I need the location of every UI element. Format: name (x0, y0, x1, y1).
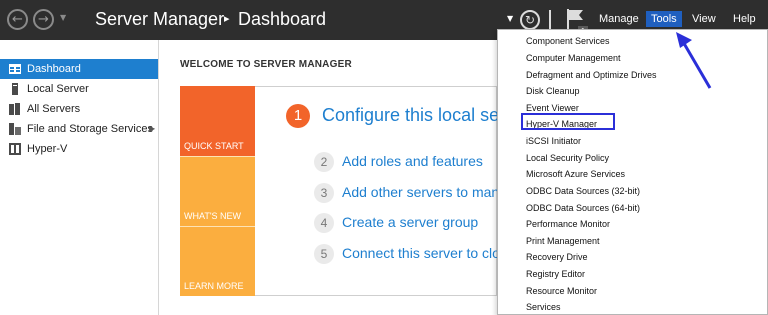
menu-item-azure-services[interactable]: Microsoft Azure Services (526, 168, 625, 180)
tile-quick-start[interactable]: QUICK START (180, 86, 255, 156)
menu-item-component-services[interactable]: Component Services (526, 35, 610, 47)
refresh-dropdown-icon[interactable]: ▼ (507, 14, 513, 23)
sidebar-item-all-servers[interactable]: All Servers (0, 99, 158, 119)
menu-item-local-security-policy[interactable]: Local Security Policy (526, 152, 609, 164)
tile-whats-new[interactable]: WHAT'S NEW (180, 156, 255, 226)
sidebar-item-hyper-v[interactable]: Hyper-V (0, 139, 158, 159)
step-link-cloud[interactable]: Connect this server to cloud services (342, 245, 497, 261)
tile-label: WHAT'S NEW (184, 211, 242, 221)
menu-item-odbc-64[interactable]: ODBC Data Sources (64-bit) (526, 202, 640, 214)
sidebar-item-label: Dashboard (27, 63, 81, 75)
breadcrumb: Dashboard (238, 9, 327, 29)
menu-item-disk-cleanup[interactable]: Disk Cleanup (526, 85, 580, 97)
app-title: Server Manager (95, 9, 225, 29)
sidebar-item-dashboard[interactable]: Dashboard (0, 59, 158, 79)
menu-item-resource-monitor[interactable]: Resource Monitor (526, 285, 597, 297)
welcome-heading: WELCOME TO SERVER MANAGER (180, 59, 352, 70)
breadcrumb-separator-icon: ▸ (224, 12, 230, 25)
toolbar-divider (549, 10, 551, 30)
menu-item-performance-monitor[interactable]: Performance Monitor (526, 218, 610, 230)
sidebar-item-local-server[interactable]: Local Server (0, 79, 158, 99)
menu-item-registry-editor[interactable]: Registry Editor (526, 268, 585, 280)
sidebar: Dashboard Local Server All Servers File … (0, 40, 159, 315)
local-server-icon (12, 83, 18, 95)
menu-item-print-management[interactable]: Print Management (526, 235, 600, 247)
menu-view[interactable]: View (692, 13, 716, 25)
file-storage-icon (9, 123, 21, 135)
step-number-badge: 3 (314, 183, 334, 203)
menu-item-iscsi-initiator[interactable]: iSCSI Initiator (526, 135, 581, 147)
menu-item-odbc-32[interactable]: ODBC Data Sources (32-bit) (526, 185, 640, 197)
sidebar-item-file-storage[interactable]: File and Storage Services ▶ (0, 119, 158, 139)
menu-tools[interactable]: Tools (646, 11, 682, 27)
menu-manage[interactable]: Manage (599, 13, 639, 25)
menu-item-defragment[interactable]: Defragment and Optimize Drives (526, 69, 657, 81)
sidebar-item-label: File and Storage Services (27, 123, 153, 135)
back-arrow-icon[interactable]: ← (7, 9, 28, 30)
all-servers-icon (9, 103, 20, 115)
menu-help[interactable]: Help (733, 13, 756, 25)
forward-arrow-icon[interactable]: → (33, 9, 54, 30)
step-link-configure[interactable]: Configure this local server (322, 105, 497, 126)
step-link-add-servers[interactable]: Add other servers to manage (342, 184, 497, 200)
refresh-icon[interactable]: ↻ (520, 10, 540, 30)
menu-item-computer-management[interactable]: Computer Management (526, 52, 621, 64)
history-dropdown-icon[interactable]: ▼ (60, 13, 66, 22)
annotation-arrow-icon (676, 32, 712, 89)
step-number-badge: 1 (286, 104, 310, 128)
step-number-badge: 4 (314, 213, 334, 233)
step-number-badge: 5 (314, 244, 334, 264)
submenu-arrow-icon[interactable]: ▶ (149, 119, 155, 139)
tile-learn-more[interactable]: LEARN MORE (180, 226, 255, 296)
sidebar-item-label: All Servers (27, 103, 81, 115)
hyper-v-manager-highlight-box (521, 113, 615, 130)
tools-dropdown-menu: Component Services Computer Management D… (497, 29, 768, 315)
sidebar-item-label: Local Server (27, 83, 89, 95)
tile-label: LEARN MORE (184, 281, 244, 291)
sidebar-item-label: Hyper-V (27, 143, 68, 155)
menu-item-services[interactable]: Services (526, 301, 561, 313)
tile-label: QUICK START (184, 141, 244, 151)
step-link-add-roles[interactable]: Add roles and features (342, 153, 483, 169)
hyper-v-icon (9, 143, 21, 155)
step-number-badge: 2 (314, 152, 334, 172)
step-link-server-group[interactable]: Create a server group (342, 214, 478, 230)
quick-start-steps: 1 Configure this local server 2 Add role… (255, 86, 497, 296)
dashboard-icon (9, 64, 21, 74)
menu-item-recovery-drive[interactable]: Recovery Drive (526, 251, 588, 263)
